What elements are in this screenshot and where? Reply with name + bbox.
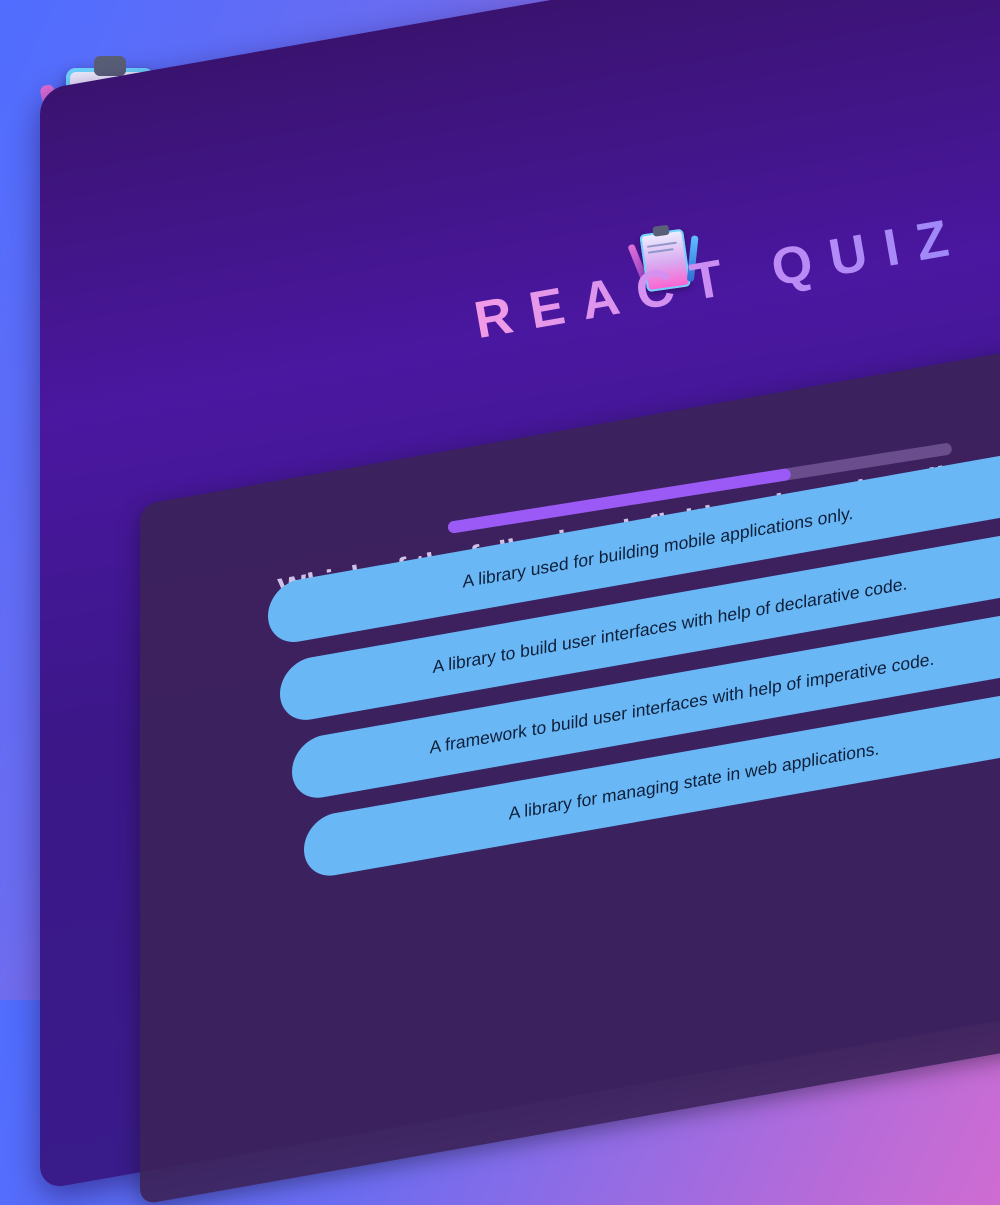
clipboard-clip bbox=[94, 56, 126, 76]
